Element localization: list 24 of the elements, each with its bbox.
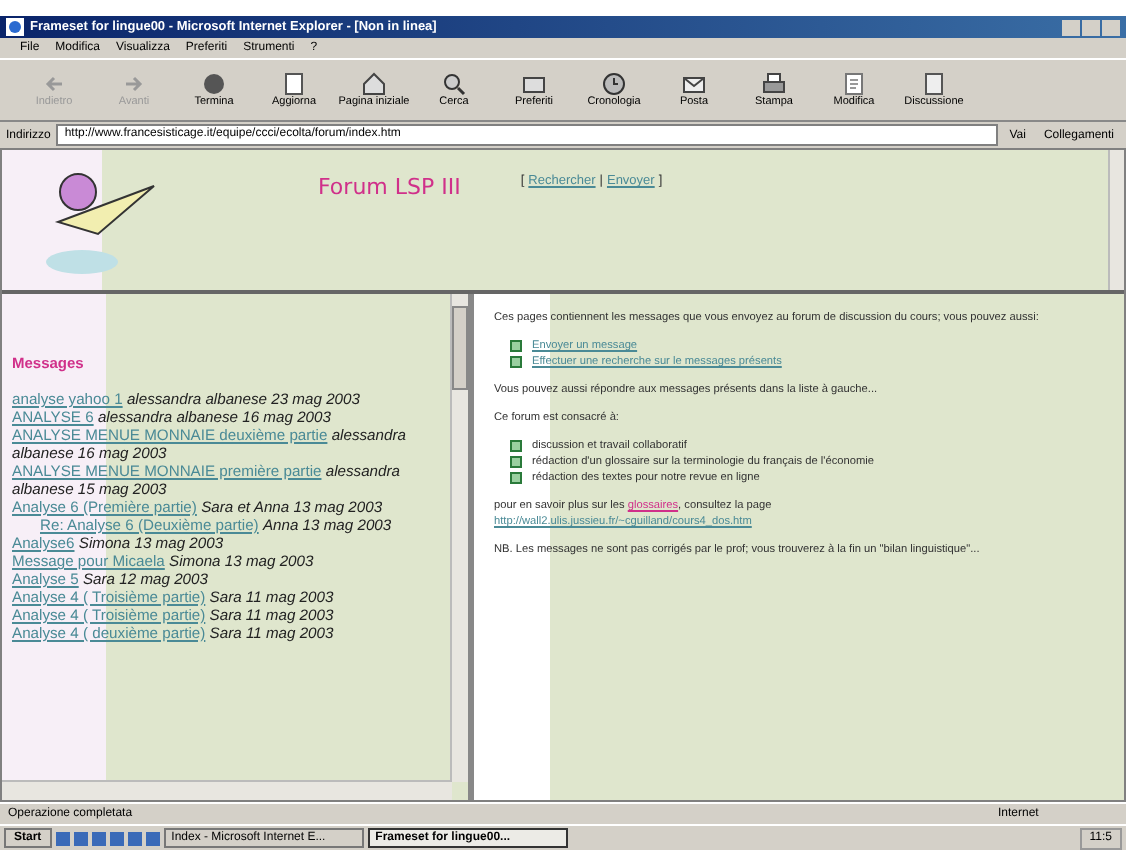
page-icon (922, 71, 946, 96)
forum-title: Forum LSP III (318, 174, 461, 200)
printer-icon (762, 71, 786, 96)
browser-icon (6, 18, 24, 36)
stop-icon (202, 71, 226, 96)
home-icon (362, 71, 386, 96)
scrollbar[interactable] (450, 294, 468, 782)
folder-icon (522, 71, 546, 96)
close-button[interactable] (1102, 19, 1120, 35)
right-arrow-icon (122, 71, 146, 96)
scrollbar[interactable] (1108, 150, 1124, 290)
bullet-icon (510, 340, 522, 352)
left-arrow-icon (42, 71, 66, 96)
bullet-icon (510, 456, 522, 468)
bullet-icon (510, 356, 522, 368)
document-icon (842, 71, 866, 96)
bullet-icon (510, 440, 522, 452)
clock-icon (602, 71, 626, 96)
envelope-icon (682, 71, 706, 96)
bullet-icon (510, 472, 522, 484)
search-icon (442, 71, 466, 96)
minimize-button[interactable] (1062, 19, 1080, 35)
maximize-button[interactable] (1082, 19, 1100, 35)
scrollbar[interactable] (2, 780, 452, 800)
